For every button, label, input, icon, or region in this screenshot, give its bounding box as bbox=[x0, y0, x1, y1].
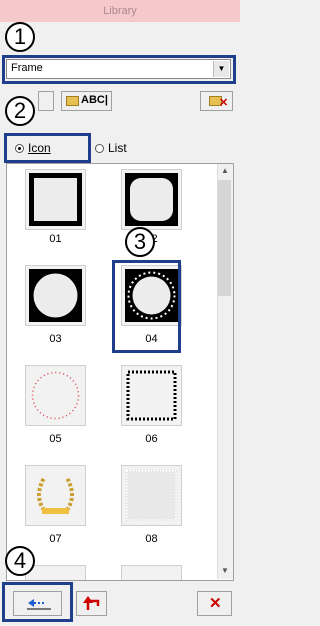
radio-icon-view[interactable] bbox=[15, 144, 24, 153]
radio-icon-label[interactable]: Icon bbox=[28, 141, 51, 155]
gallery-caption-06: 06 bbox=[145, 433, 158, 445]
delete-x-icon: ✕ bbox=[209, 595, 222, 612]
gallery-item-01[interactable] bbox=[25, 169, 86, 230]
folder-text-label: ABC| bbox=[81, 94, 108, 106]
checker-square-frame-icon bbox=[126, 370, 177, 421]
callout-badge-4: 4 bbox=[5, 546, 35, 576]
gallery-item-partial[interactable] bbox=[121, 565, 182, 580]
gallery-caption-07: 07 bbox=[49, 533, 62, 545]
scroll-up-arrow-icon[interactable]: ▲ bbox=[217, 166, 233, 178]
frame-gallery: 01 02 03 04 05 06 bbox=[6, 163, 234, 581]
delete-button[interactable]: ✕ bbox=[197, 591, 232, 616]
gallery-item-05[interactable] bbox=[25, 365, 86, 426]
scrollbar-thumb[interactable] bbox=[218, 180, 231, 296]
window-title: Library bbox=[103, 5, 137, 17]
gallery-item-08[interactable] bbox=[121, 465, 182, 526]
gallery-caption-05: 05 bbox=[49, 433, 62, 445]
circle-frame-icon bbox=[29, 269, 82, 322]
gallery-item-02[interactable] bbox=[121, 169, 182, 230]
title-bar: Library bbox=[0, 0, 240, 22]
scroll-down-arrow-icon[interactable]: ▼ bbox=[217, 566, 233, 578]
gallery-item-03[interactable] bbox=[25, 265, 86, 326]
callout-badge-2: 2 bbox=[5, 96, 35, 126]
gallery-caption-01: 01 bbox=[49, 233, 62, 245]
return-up-button[interactable] bbox=[76, 591, 107, 616]
return-arrow-icon bbox=[83, 596, 100, 610]
callout-badge-3: 3 bbox=[125, 227, 155, 257]
sparkle-frame-icon bbox=[126, 470, 177, 521]
toolbar-button-left[interactable] bbox=[38, 91, 54, 111]
delete-folder-button[interactable]: ✕ bbox=[200, 91, 233, 111]
callout-badge-1: 1 bbox=[5, 22, 35, 52]
dropdown-value: Frame bbox=[11, 62, 43, 74]
frame-category-dropdown[interactable]: Frame ▼ bbox=[6, 59, 231, 79]
chevron-down-icon[interactable]: ▼ bbox=[213, 61, 229, 77]
gallery-caption-03: 03 bbox=[49, 333, 62, 345]
gallery-item-partial[interactable] bbox=[25, 565, 86, 580]
rounded-frame-icon bbox=[125, 173, 178, 226]
dotted-circle-frame-icon bbox=[31, 371, 80, 420]
gallery-item-06[interactable] bbox=[121, 365, 182, 426]
square-frame-icon bbox=[29, 173, 82, 226]
callout-box-3 bbox=[112, 260, 181, 353]
gallery-item-07[interactable] bbox=[25, 465, 86, 526]
radio-list-label[interactable]: List bbox=[108, 141, 127, 155]
gallery-caption-08: 08 bbox=[145, 533, 158, 545]
laurel-wreath-icon bbox=[37, 477, 74, 514]
radio-list-view[interactable] bbox=[95, 144, 104, 153]
delete-x-icon: ✕ bbox=[219, 97, 229, 109]
callout-box-4 bbox=[2, 582, 73, 622]
folder-icon bbox=[66, 96, 79, 106]
folder-text-button[interactable]: ABC| bbox=[61, 91, 112, 111]
